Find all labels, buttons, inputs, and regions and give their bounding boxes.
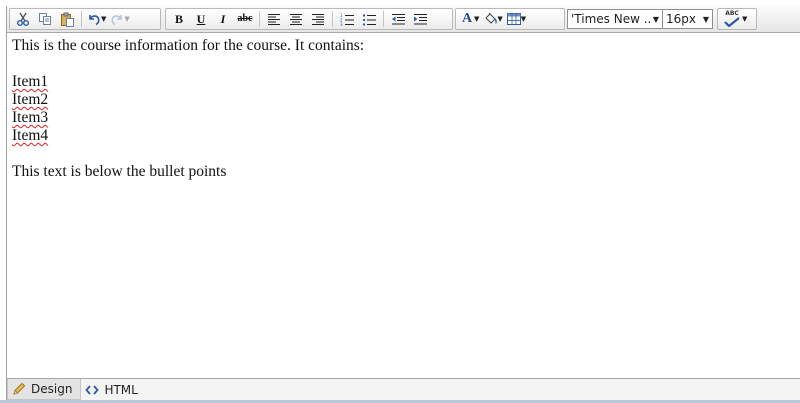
intro-text: This is the course information for the c… [12, 37, 365, 54]
redo-icon [111, 15, 123, 26]
align-left-icon [268, 14, 280, 25]
paste-button[interactable] [56, 10, 78, 28]
chevron-down-icon: ▼ [652, 14, 660, 24]
align-right-button[interactable] [307, 10, 329, 28]
rich-text-editor: ▼ ▼ B U I abc 1 2 3 A ▼ ▼ ▼ 'Times New .… [6, 6, 800, 403]
font-size-value: 16px [666, 12, 696, 26]
underline-button[interactable]: U [190, 10, 212, 28]
font-color-button[interactable]: A ▼ [458, 10, 481, 28]
spellcheck-button[interactable]: ABC ▼ [720, 10, 749, 28]
highlight-dropdown-icon[interactable]: ▼ [497, 15, 502, 23]
redo-button[interactable]: ▼ [108, 10, 131, 28]
font-name-value: 'Times New ... [571, 12, 650, 26]
tab-design-label: Design [31, 382, 73, 396]
list-item: Item4 [12, 127, 49, 144]
strikethrough-button[interactable]: abc [234, 10, 256, 28]
undo-button[interactable]: ▼ [85, 10, 108, 28]
highlight-color-button[interactable]: ▼ [481, 10, 504, 28]
underline-icon: U [196, 12, 206, 26]
insert-table-button[interactable]: ▼ [505, 10, 528, 28]
copy-button[interactable] [34, 10, 56, 28]
font-color-dropdown-icon[interactable]: ▼ [474, 15, 479, 23]
editor-content-area[interactable]: This is the course information for the c… [7, 33, 800, 379]
insert-group: A ▼ ▼ ▼ [455, 8, 565, 30]
editor-toolbar: ▼ ▼ B U I abc 1 2 3 A ▼ ▼ ▼ 'Times New .… [7, 6, 800, 33]
cut-button[interactable] [12, 10, 34, 28]
indent-button[interactable] [409, 10, 431, 28]
outdent-button[interactable] [387, 10, 409, 28]
toolbar-separator [383, 11, 384, 27]
table-dropdown-icon[interactable]: ▼ [521, 15, 526, 23]
align-center-button[interactable] [285, 10, 307, 28]
bulleted-list-button[interactable] [358, 10, 380, 28]
tab-html[interactable]: HTML [81, 379, 145, 400]
tab-html-label: HTML [104, 382, 138, 397]
table-icon [506, 13, 521, 25]
toolbar-separator [259, 11, 260, 27]
indent-icon [413, 13, 427, 24]
font-color-icon: A [461, 11, 473, 26]
redo-dropdown-icon[interactable]: ▼ [124, 15, 129, 23]
spellcheck-icon [724, 17, 740, 27]
toolbar-separator [332, 11, 333, 27]
numbered-list-button[interactable]: 123 [336, 10, 358, 28]
paste-icon [60, 12, 74, 27]
italic-button[interactable]: I [212, 10, 234, 28]
code-brackets-icon [85, 384, 100, 395]
bold-icon: B [174, 12, 183, 26]
copy-icon [39, 13, 51, 25]
outro-text: This text is below the bullet points [12, 163, 227, 180]
formatting-group: B U I abc 1 2 3 [165, 8, 453, 30]
undo-icon [89, 15, 100, 26]
list-item: Item2 [12, 91, 49, 108]
bold-button[interactable]: B [168, 10, 190, 28]
svg-text:3: 3 [340, 22, 343, 26]
bulleted-list-icon [363, 14, 376, 25]
italic-icon: I [220, 12, 226, 26]
numbered-list-icon: 123 [340, 13, 354, 26]
spellcheck-group: ABC ▼ [717, 8, 757, 30]
align-right-icon [312, 14, 324, 25]
paint-bucket-icon [485, 12, 497, 24]
font-size-select[interactable]: 16px ▼ [662, 9, 713, 29]
chevron-down-icon: ▼ [702, 14, 710, 24]
outdent-icon [391, 13, 405, 24]
clipboard-group: ▼ ▼ [9, 8, 161, 30]
toolbar-separator [81, 11, 82, 27]
scissors-icon [17, 12, 29, 26]
list-item: Item3 [12, 109, 49, 126]
list-item: Item1 [12, 73, 49, 90]
align-center-icon [290, 14, 302, 25]
strikethrough-icon: abc [237, 13, 253, 24]
pencil-icon [13, 382, 26, 395]
undo-dropdown-icon[interactable]: ▼ [101, 15, 106, 23]
font-name-select[interactable]: 'Times New ... ▼ [567, 9, 663, 29]
tab-design[interactable]: Design [7, 379, 82, 400]
align-left-button[interactable] [263, 10, 285, 28]
